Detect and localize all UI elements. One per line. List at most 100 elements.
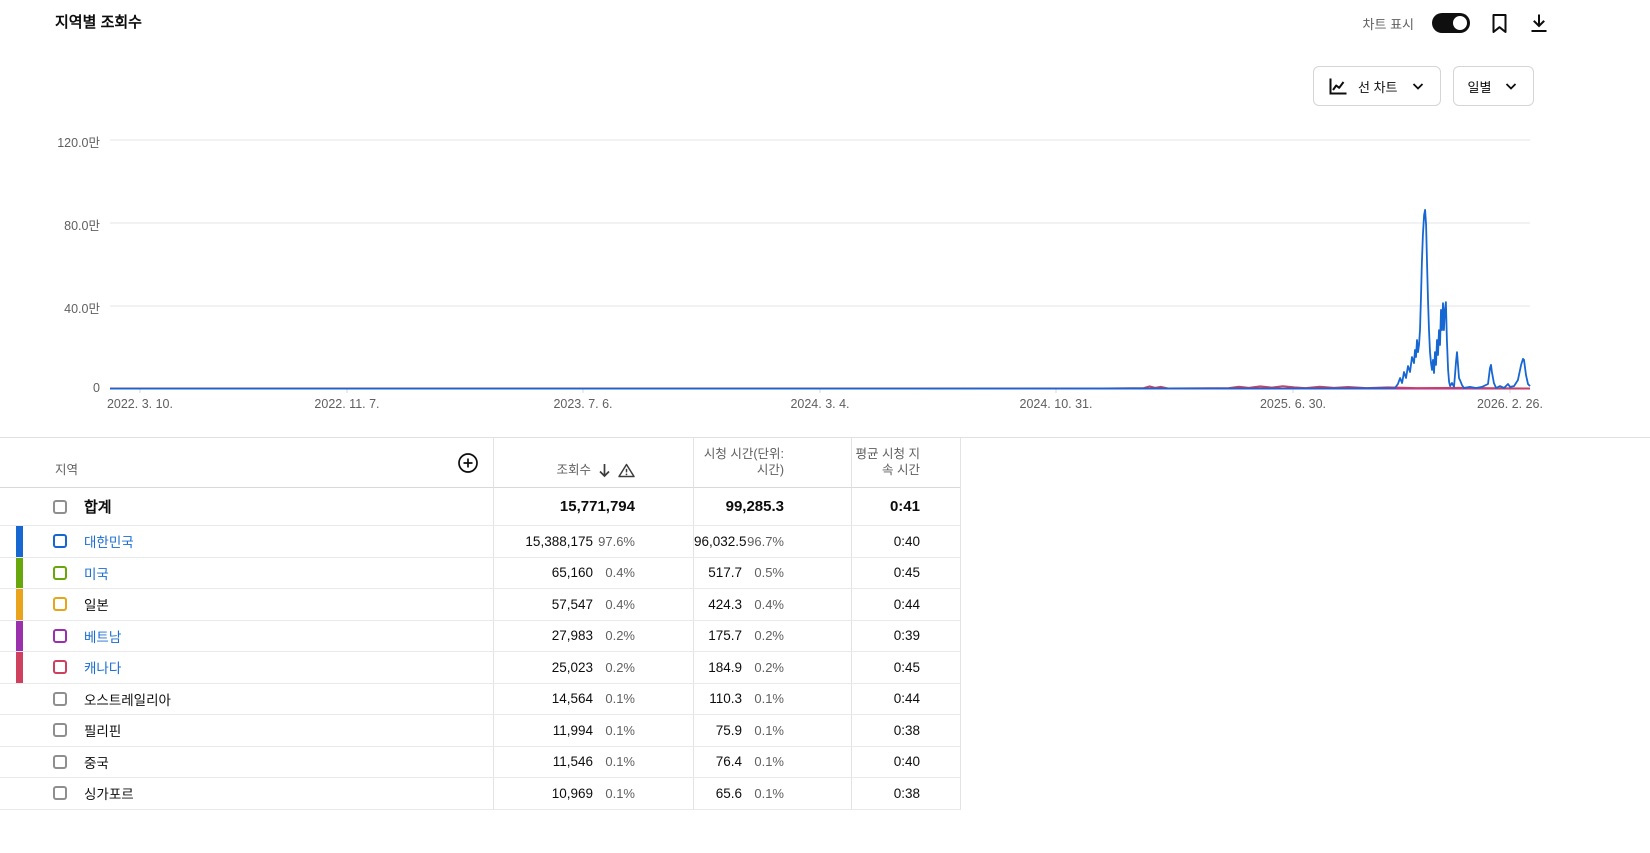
row-checkbox[interactable] — [53, 692, 67, 706]
region-name[interactable]: 미국 — [84, 563, 109, 583]
metric-value: 14,564 — [552, 691, 593, 706]
metric-value: 0:40 — [894, 534, 920, 549]
metric-percent: 0.1% — [593, 754, 635, 769]
metric-percent: 0.2% — [742, 660, 784, 675]
column-header-views[interactable]: 조회수 — [556, 462, 591, 478]
table-row[interactable]: 합계15,771,79499,285.30:41 — [0, 488, 1650, 526]
metric-value: 184.9 — [708, 660, 742, 675]
metric-percent: 0.4% — [593, 597, 635, 612]
column-header-avg-duration[interactable]: 평균 시청 지속 시간 — [852, 446, 920, 478]
region-name[interactable]: 대한민국 — [84, 531, 134, 551]
metric-value: 99,285.3 — [726, 498, 784, 515]
table-row[interactable]: 중국11,5460.1%76.40.1%0:40 — [0, 747, 1650, 779]
regions-table: 지역 조회수 시청 시간(단위: 시간) 평균 시청 지속 시간 합계15,77… — [0, 437, 1650, 810]
metric-value: 0:44 — [894, 597, 920, 612]
metric-value: 75.9 — [716, 723, 742, 738]
row-checkbox[interactable] — [53, 755, 67, 769]
metric-value: 96,032.5 — [694, 534, 747, 549]
metric-value: 0:38 — [894, 723, 920, 738]
metric-percent: 0.2% — [593, 628, 635, 643]
table-row[interactable]: 오스트레일리아14,5640.1%110.30.1%0:44 — [0, 684, 1650, 716]
table-row[interactable]: 캐나다25,0230.2%184.90.2%0:45 — [0, 652, 1650, 684]
x-axis-label: 2022. 3. 10. — [80, 397, 200, 411]
region-name: 싱가포르 — [84, 783, 134, 803]
region-name[interactable]: 베트남 — [84, 626, 121, 646]
table-row[interactable]: 싱가포르10,9690.1%65.60.1%0:38 — [0, 778, 1650, 810]
metric-percent: 96.7% — [747, 534, 784, 549]
x-axis-label: 2024. 3. 4. — [760, 397, 880, 411]
metric-value: 0:38 — [894, 786, 920, 801]
warning-icon[interactable] — [618, 463, 635, 478]
table-row[interactable]: 필리핀11,9940.1%75.90.1%0:38 — [0, 715, 1650, 747]
metric-value: 0:40 — [894, 754, 920, 769]
x-axis-label: 2023. 7. 6. — [523, 397, 643, 411]
region-name[interactable]: 캐나다 — [84, 657, 121, 677]
metric-value: 0:39 — [894, 628, 920, 643]
metric-percent: 0.1% — [593, 786, 635, 801]
metric-value: 65,160 — [552, 565, 593, 580]
region-name: 일본 — [84, 594, 109, 614]
row-checkbox[interactable] — [53, 597, 67, 611]
row-checkbox[interactable] — [53, 629, 67, 643]
line-chart: 0 40.0만 80.0만 120.0만 2022. 3. 10. 2022. 11. 7… — [0, 0, 1650, 437]
metric-percent: 0.1% — [593, 723, 635, 738]
metric-percent: 0.1% — [742, 786, 784, 801]
x-axis-label: 2022. 11. 7. — [287, 397, 407, 411]
metric-percent: 0.2% — [742, 628, 784, 643]
metric-percent: 0.4% — [742, 597, 784, 612]
metric-percent: 0.5% — [742, 565, 784, 580]
metric-value: 65.6 — [716, 786, 742, 801]
metric-percent: 0.1% — [742, 754, 784, 769]
region-name: 중국 — [84, 752, 109, 772]
metric-percent: 0.1% — [742, 723, 784, 738]
x-axis-label: 2026. 2. 26. — [1450, 397, 1570, 411]
x-axis-label: 2025. 6. 30. — [1233, 397, 1353, 411]
row-checkbox[interactable] — [53, 500, 67, 514]
metric-value: 0:45 — [894, 565, 920, 580]
metric-value: 76.4 — [716, 754, 742, 769]
add-comparison-button[interactable] — [455, 450, 481, 476]
metric-value: 57,547 — [552, 597, 593, 612]
metric-percent: 0.1% — [742, 691, 784, 706]
metric-value: 110.3 — [709, 691, 742, 706]
metric-value: 0:45 — [894, 660, 920, 675]
metric-value: 0:44 — [894, 691, 920, 706]
metric-value: 15,388,175 — [525, 534, 593, 549]
analytics-page: 지역별 조회수 차트 표시 선 차트 일별 040.0만80.0만120.0만2… — [0, 0, 1650, 853]
y-axis-label: 40.0만 — [10, 298, 100, 317]
row-checkbox[interactable] — [53, 566, 67, 580]
series-line-대한민국 — [110, 210, 1530, 389]
metric-value: 424.3 — [708, 597, 742, 612]
metric-value: 10,969 — [552, 786, 593, 801]
table-row[interactable]: 일본57,5470.4%424.30.4%0:44 — [0, 589, 1650, 621]
metric-percent: 97.6% — [593, 534, 635, 549]
metric-value: 27,983 — [552, 628, 593, 643]
metric-value: 11,546 — [553, 754, 593, 769]
metric-value: 517.7 — [708, 565, 742, 580]
table-row[interactable]: 대한민국 15,388,17597.6% 96,032.596.7% 0:40 — [0, 526, 1650, 558]
table-row[interactable]: 미국 65,1600.4% 517.70.5% 0:45 — [0, 558, 1650, 590]
row-checkbox[interactable] — [53, 660, 67, 674]
row-checkbox[interactable] — [53, 534, 67, 548]
x-axis-label: 2024. 10. 31. — [996, 397, 1116, 411]
metric-percent: 0.2% — [593, 660, 635, 675]
y-axis-label: 0 — [10, 381, 100, 395]
row-checkbox[interactable] — [53, 786, 67, 800]
sort-descending-icon[interactable] — [598, 463, 611, 478]
table-body: 합계15,771,79499,285.30:41대한민국15,388,17597… — [0, 488, 1650, 810]
region-name: 필리핀 — [84, 720, 121, 740]
plus-circle-icon — [457, 452, 479, 474]
region-name: 오스트레일리아 — [84, 689, 171, 709]
metric-value: 0:41 — [890, 498, 920, 515]
chart-svg — [0, 0, 1650, 437]
y-axis-label: 80.0만 — [10, 215, 100, 234]
metric-value: 25,023 — [552, 660, 593, 675]
metric-percent: 0.4% — [593, 565, 635, 580]
region-name: 합계 — [84, 496, 112, 517]
column-header-region[interactable]: 지역 — [55, 462, 78, 478]
row-checkbox[interactable] — [53, 723, 67, 737]
metric-value: 175.7 — [708, 628, 742, 643]
y-axis-label: 120.0만 — [10, 132, 100, 151]
column-header-watch-time[interactable]: 시청 시간(단위: 시간) — [694, 446, 784, 478]
table-row[interactable]: 베트남27,9830.2%175.70.2%0:39 — [0, 621, 1650, 653]
